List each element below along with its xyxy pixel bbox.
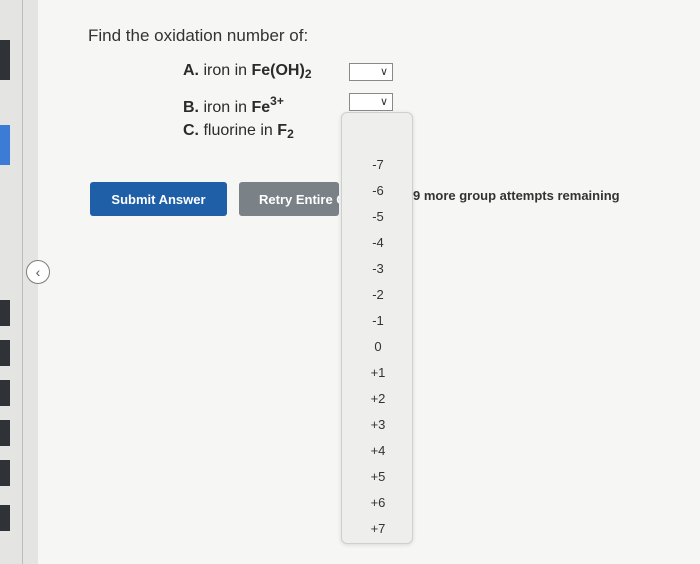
chevron-down-icon: ∨	[379, 66, 388, 78]
attempts-remaining-text: 9 more group attempts remaining	[413, 188, 620, 203]
question-item-c: C. fluorine in F2	[183, 122, 294, 141]
item-letter: C.	[183, 122, 199, 139]
sidebar-tab[interactable]	[0, 505, 10, 531]
dropdown-option[interactable]: +5	[342, 469, 414, 484]
sidebar-tab[interactable]	[0, 460, 10, 486]
sidebar-tab[interactable]	[0, 380, 10, 406]
dropdown-option[interactable]: -3	[342, 261, 414, 276]
item-text: iron in	[203, 99, 248, 116]
dropdown-option[interactable]: -1	[342, 313, 414, 328]
retry-entire-group-button[interactable]: Retry Entire Group	[239, 182, 339, 216]
dropdown-option[interactable]: -4	[342, 235, 414, 250]
item-superscript: 3+	[270, 94, 284, 108]
dropdown-option[interactable]: -6	[342, 183, 414, 198]
dropdown-option[interactable]: +3	[342, 417, 414, 432]
sidebar-tab[interactable]	[0, 340, 10, 366]
item-formula: Fe	[251, 99, 271, 116]
dropdown-option[interactable]: -2	[342, 287, 414, 302]
sidebar-tab-active[interactable]	[0, 125, 10, 165]
item-formula: Fe(OH)	[251, 62, 305, 79]
question-item-b: B. iron in Fe3+	[183, 94, 284, 117]
dropdown-option[interactable]: +2	[342, 391, 414, 406]
question-item-a: A. iron in Fe(OH)2	[183, 62, 312, 81]
item-letter: A.	[183, 62, 199, 79]
item-letter: B.	[183, 99, 199, 116]
dropdown-option[interactable]: +1	[342, 365, 414, 380]
dropdown-option[interactable]: -7	[342, 157, 414, 172]
chevron-down-icon: ∨	[379, 96, 388, 108]
submit-answer-button[interactable]: Submit Answer	[90, 182, 227, 216]
select-b[interactable]: ∨	[349, 93, 393, 111]
oxidation-dropdown-menu[interactable]: -7 -6 -5 -4 -3 -2 -1 0 +1 +2 +3 +4 +5 +6…	[341, 112, 413, 544]
item-subscript: 2	[287, 127, 294, 141]
select-a[interactable]: ∨	[349, 63, 393, 81]
collapse-nav-button[interactable]: ‹	[26, 260, 50, 284]
sidebar-divider	[22, 0, 23, 564]
chevron-left-icon: ‹	[35, 264, 41, 280]
dropdown-option[interactable]: +4	[342, 443, 414, 458]
item-text: iron in	[203, 62, 248, 79]
item-formula: F	[277, 122, 288, 139]
sidebar-tab[interactable]	[0, 420, 10, 446]
dropdown-option[interactable]: +7	[342, 521, 414, 536]
dropdown-option[interactable]: -5	[342, 209, 414, 224]
dropdown-option[interactable]: 0	[342, 339, 414, 354]
item-subscript: 2	[304, 67, 312, 81]
question-title: Find the oxidation number of:	[88, 26, 309, 45]
sidebar-tab[interactable]	[0, 300, 10, 326]
dropdown-option[interactable]: +6	[342, 495, 414, 510]
item-text: fluorine in	[203, 122, 273, 139]
sidebar-tab[interactable]	[0, 40, 10, 80]
